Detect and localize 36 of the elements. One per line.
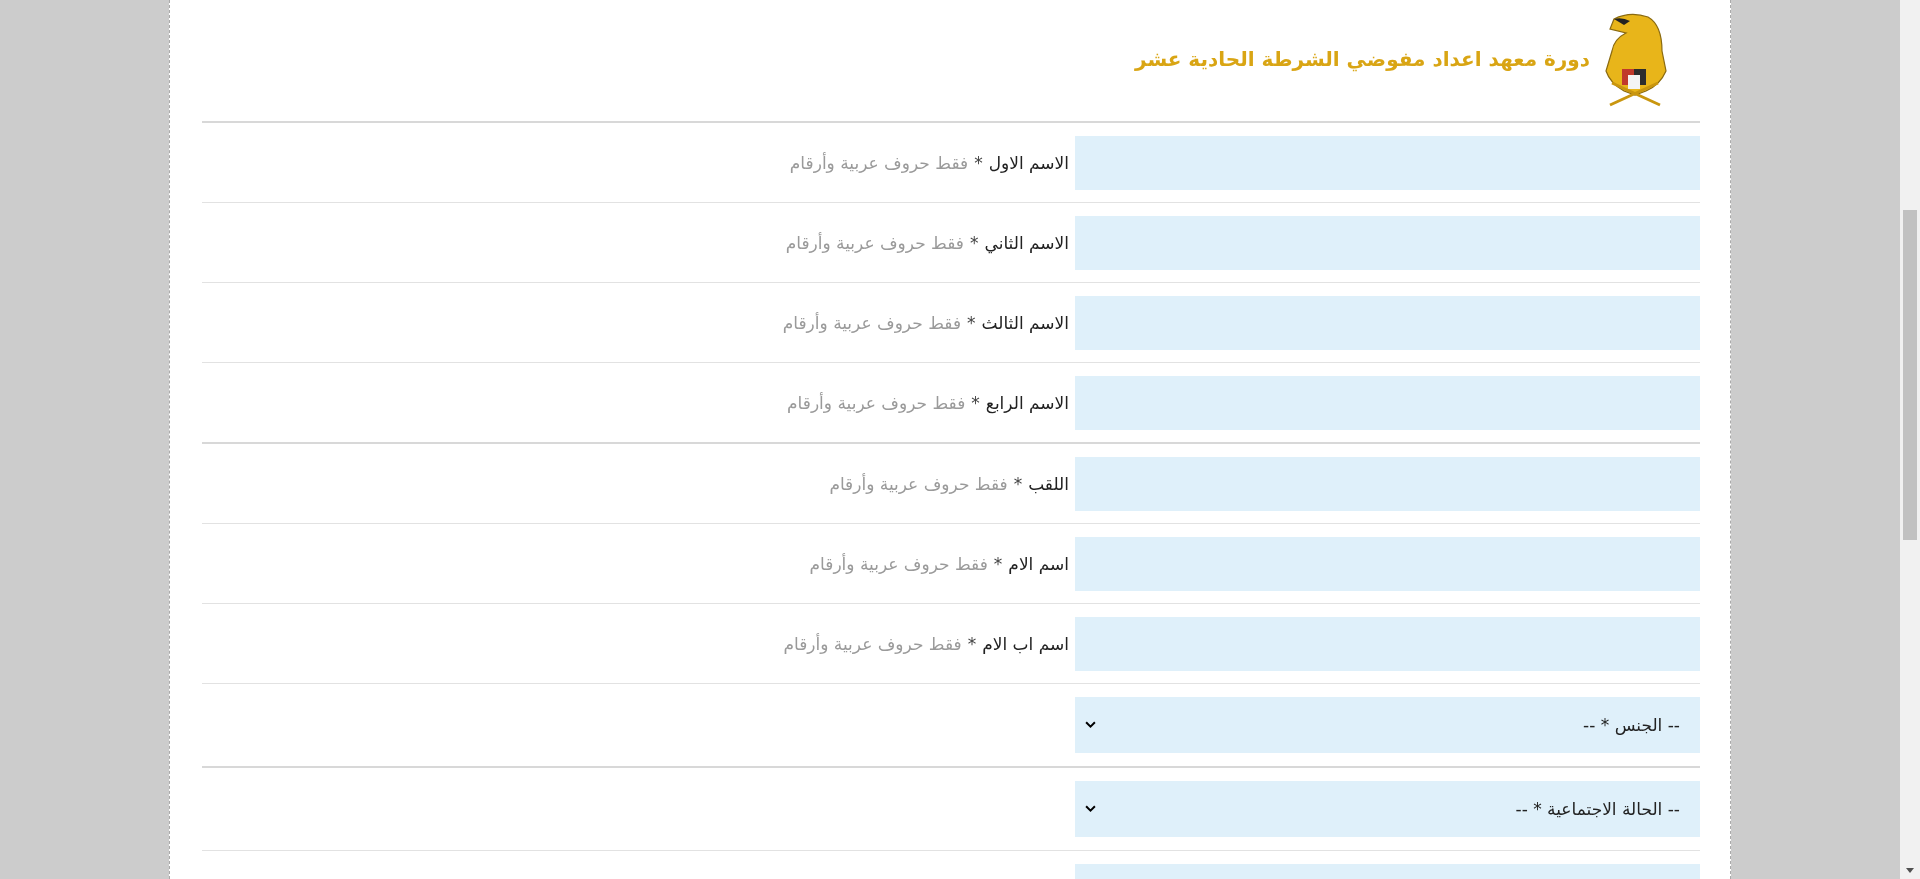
text-input-field[interactable] xyxy=(1075,456,1700,511)
select-dropdown[interactable]: -- الحالة الاجتماعية * -- xyxy=(1075,781,1700,837)
required-mark: * xyxy=(967,633,977,654)
select-dropdown[interactable]: -- الجنس * -- xyxy=(1075,697,1700,753)
field-label: اللقب xyxy=(1028,473,1069,494)
text-input-field[interactable] xyxy=(1075,616,1700,671)
required-mark: * xyxy=(993,553,1003,574)
course-title: دورة معهد اعداد مفوضي الشرطة الحادية عشر xyxy=(1134,46,1590,71)
chevron-down-icon xyxy=(1085,805,1096,813)
scroll-down-icon[interactable] xyxy=(1905,868,1915,874)
scrollbar-thumb[interactable] xyxy=(1903,210,1917,540)
field-hint: فقط حروف عربية وأرقام xyxy=(783,633,962,654)
field-hint: فقط حروف عربية وأرقام xyxy=(789,152,969,173)
field-hint: فقط حروف عربية وأرقام xyxy=(787,392,966,413)
scrollbar[interactable] xyxy=(1900,0,1920,879)
required-mark: * xyxy=(967,312,976,333)
field-hint: فقط حروف عربية وأرقام xyxy=(809,553,988,574)
chevron-down-icon xyxy=(1085,721,1096,729)
required-mark: * xyxy=(1013,473,1023,494)
field-label: الاسم الثالث xyxy=(981,312,1069,333)
required-mark: * xyxy=(970,232,979,253)
text-input-field[interactable] xyxy=(1075,375,1700,430)
field-label: الاسم الثاني xyxy=(984,232,1069,253)
required-mark: * xyxy=(974,152,983,173)
field-label: اسم الام xyxy=(1008,553,1069,574)
required-mark: * xyxy=(971,392,980,413)
text-input-field[interactable] xyxy=(1075,295,1700,350)
field-hint: فقط حروف عربية وأرقام xyxy=(785,232,964,253)
text-input-field[interactable] xyxy=(1075,536,1700,591)
field-label: الاسم الاول xyxy=(988,152,1069,173)
field-hint: فقط حروف عربية وأرقام xyxy=(782,312,962,333)
text-input-field[interactable] xyxy=(1075,135,1700,190)
field-label: الاسم الرابع xyxy=(985,392,1069,413)
text-input-field[interactable] xyxy=(1075,215,1700,270)
field-hint: فقط حروف عربية وأرقام xyxy=(829,473,1008,494)
field-label: اسم اب الام xyxy=(982,633,1069,654)
